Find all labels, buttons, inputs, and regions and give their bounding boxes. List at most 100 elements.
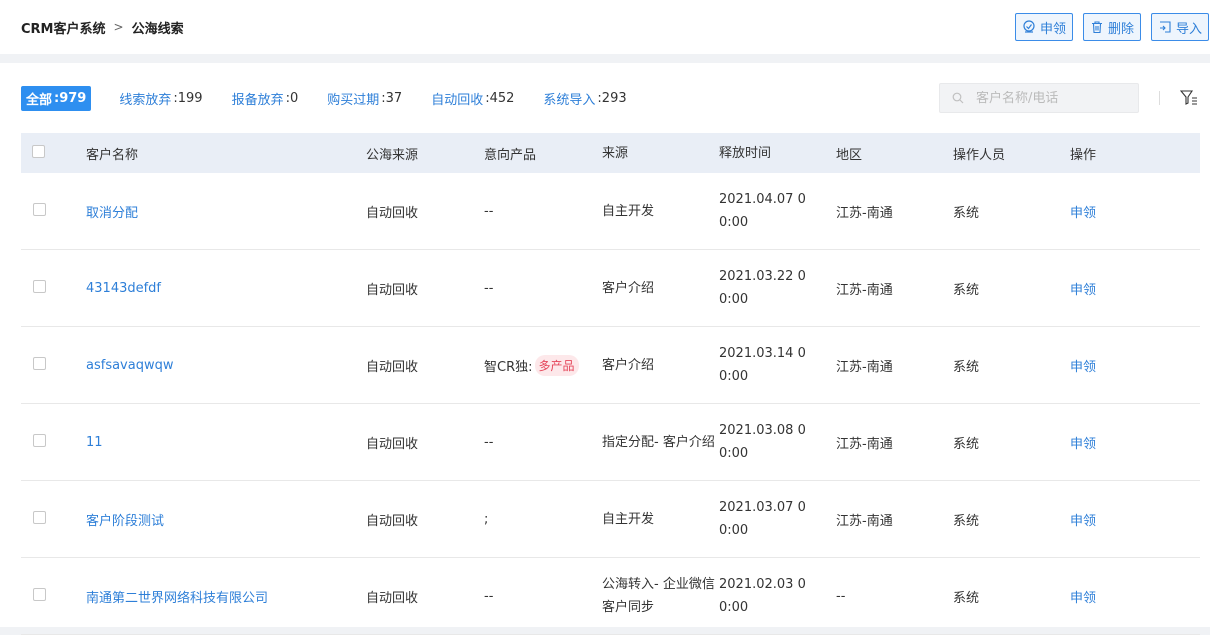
- table-row: 43143defdf 自动回收 -- 客户介绍 2021.03.22 00:00…: [21, 250, 1200, 327]
- action-cell: 申领: [1070, 279, 1150, 298]
- table-row: asfsavaqwqw 自动回收 智CR独: 多产品 客户介绍 2021.03.…: [21, 327, 1200, 404]
- import-button[interactable]: 导入: [1150, 13, 1209, 41]
- release-time: 2021.03.22 00:00: [719, 269, 806, 307]
- operator-cell: 系统: [953, 590, 980, 606]
- filter-auto-recycled[interactable]: 自动回收:452: [431, 89, 514, 108]
- leads-table: 客户名称 公海来源 意向产品 来源 释放时间 地区 操作人员 操作 取消分配 自…: [21, 133, 1200, 635]
- claim-link[interactable]: 申领: [1070, 206, 1096, 221]
- release-time: 2021.03.08 00:00: [719, 423, 806, 461]
- search-box: [939, 83, 1139, 113]
- action-cell: 申领: [1070, 356, 1150, 375]
- breadcrumb: CRM客户系统 > 公海线索: [21, 18, 184, 37]
- row-checkbox[interactable]: [33, 279, 46, 293]
- row-checkbox[interactable]: [33, 433, 46, 447]
- breadcrumb-root[interactable]: CRM客户系统: [21, 18, 106, 37]
- customer-name-link[interactable]: 43143defdf: [86, 281, 161, 296]
- header-checkbox-cell: [21, 144, 86, 162]
- row-checkbox[interactable]: [33, 510, 46, 524]
- product-cell: ;: [484, 511, 489, 527]
- claim-link[interactable]: 申领: [1070, 283, 1096, 298]
- row-checkbox-cell: [21, 510, 86, 528]
- search-icon: [952, 92, 964, 104]
- column-header-from: 来源: [602, 145, 629, 161]
- customer-name-cell: 南通第二世界网络科技有限公司: [86, 587, 366, 606]
- release-time: 2021.02.03 00:00: [719, 577, 806, 615]
- filter-purchase-expired[interactable]: 购买过期:37: [327, 89, 402, 108]
- table-header: 客户名称 公海来源 意向产品 来源 释放时间 地区 操作人员 操作: [21, 133, 1200, 173]
- filter-tabs: 全部:979 线索放弃:199 报备放弃:0 购买过期:37 自动回收:452 …: [21, 86, 656, 111]
- row-checkbox[interactable]: [33, 587, 46, 601]
- area-cell: --: [836, 588, 846, 604]
- product-cell: --: [484, 588, 494, 604]
- product-wrap: 智CR独: 多产品: [484, 354, 602, 376]
- filter-label: 线索放弃: [119, 93, 172, 108]
- operator-cell: 系统: [953, 513, 980, 529]
- time-cell: 2021.03.07 00:00: [719, 496, 836, 542]
- content-panel: 全部:979 线索放弃:199 报备放弃:0 购买过期:37 自动回收:452 …: [0, 63, 1210, 635]
- customer-name-link[interactable]: 客户阶段测试: [86, 514, 164, 529]
- filter-report-abandoned[interactable]: 报备放弃:0: [232, 89, 299, 108]
- customer-name-cell: 11: [86, 435, 366, 450]
- table-row: 取消分配 自动回收 -- 自主开发 2021.04.07 00:00 江苏-南通…: [21, 173, 1200, 250]
- customer-name-cell: 取消分配: [86, 202, 366, 221]
- operator-cell: 系统: [953, 205, 980, 221]
- column-header-source: 公海来源: [366, 147, 419, 163]
- filter-system-import[interactable]: 系统导入:293: [543, 89, 626, 108]
- area-cell: 江苏-南通: [836, 436, 893, 452]
- customer-name-cell: 43143defdf: [86, 281, 366, 296]
- customer-name-link[interactable]: 南通第二世界网络科技有限公司: [86, 591, 268, 606]
- row-checkbox-cell: [21, 356, 86, 374]
- filter-count: :293: [597, 91, 627, 106]
- row-checkbox-cell: [21, 279, 86, 297]
- top-bar: CRM客户系统 > 公海线索 申领 删除 导入: [0, 0, 1210, 54]
- product-cell: --: [484, 434, 494, 450]
- from-cell: 指定分配- 客户介绍: [602, 434, 715, 450]
- area-cell: 江苏-南通: [836, 359, 893, 375]
- breadcrumb-separator: >: [113, 20, 124, 34]
- product-cell: --: [484, 203, 494, 219]
- release-time: 2021.03.07 00:00: [719, 500, 806, 538]
- row-checkbox[interactable]: [33, 356, 46, 370]
- claim-link[interactable]: 申领: [1070, 360, 1096, 375]
- claim-link[interactable]: 申领: [1070, 514, 1096, 529]
- customer-name-link[interactable]: asfsavaqwqw: [86, 358, 173, 373]
- table-row: 南通第二世界网络科技有限公司 自动回收 -- 公海转入- 企业微信客户同步 20…: [21, 558, 1200, 635]
- claim-link[interactable]: 申领: [1070, 437, 1096, 452]
- row-checkbox[interactable]: [33, 202, 46, 216]
- source-cell: 自动回收: [366, 513, 419, 529]
- from-cell: 客户介绍: [602, 280, 655, 296]
- select-all-checkbox[interactable]: [32, 144, 45, 158]
- from-cell: 客户介绍: [602, 357, 655, 373]
- search-input[interactable]: [976, 90, 1126, 106]
- operator-cell: 系统: [953, 359, 980, 375]
- filter-label: 全部: [26, 93, 53, 108]
- claim-button[interactable]: 申领: [1014, 13, 1073, 41]
- filter-count: :199: [173, 91, 203, 106]
- time-cell: 2021.02.03 00:00: [719, 573, 836, 619]
- from-cell: 自主开发: [602, 511, 655, 527]
- filter-count: :0: [285, 91, 299, 106]
- operator-cell: 系统: [953, 282, 980, 298]
- claim-link[interactable]: 申领: [1070, 591, 1096, 606]
- filter-count: :979: [54, 91, 87, 106]
- filter-lead-abandoned[interactable]: 线索放弃:199: [119, 89, 202, 108]
- filter-all[interactable]: 全部:979: [21, 86, 92, 111]
- row-checkbox-cell: [21, 202, 86, 220]
- action-cell: 申领: [1070, 202, 1150, 221]
- top-actions: 申领 删除 导入: [1014, 13, 1209, 41]
- source-cell: 自动回收: [366, 590, 419, 606]
- customer-name-link[interactable]: 取消分配: [86, 206, 138, 221]
- product-text: 智CR独:: [484, 359, 533, 375]
- source-cell: 自动回收: [366, 282, 419, 298]
- product-cell: --: [484, 280, 494, 296]
- filter-icon[interactable]: [1180, 90, 1198, 106]
- trash-icon: [1091, 21, 1102, 34]
- column-header-time: 释放时间: [719, 145, 772, 161]
- delete-button[interactable]: 删除: [1082, 13, 1141, 41]
- customer-name-cell: 客户阶段测试: [86, 510, 366, 529]
- row-checkbox-cell: [21, 433, 86, 451]
- time-cell: 2021.04.07 00:00: [719, 188, 836, 234]
- area-cell: 江苏-南通: [836, 205, 893, 221]
- from-cell: 公海转入- 企业微信客户同步: [602, 577, 715, 615]
- customer-name-link[interactable]: 11: [86, 435, 103, 450]
